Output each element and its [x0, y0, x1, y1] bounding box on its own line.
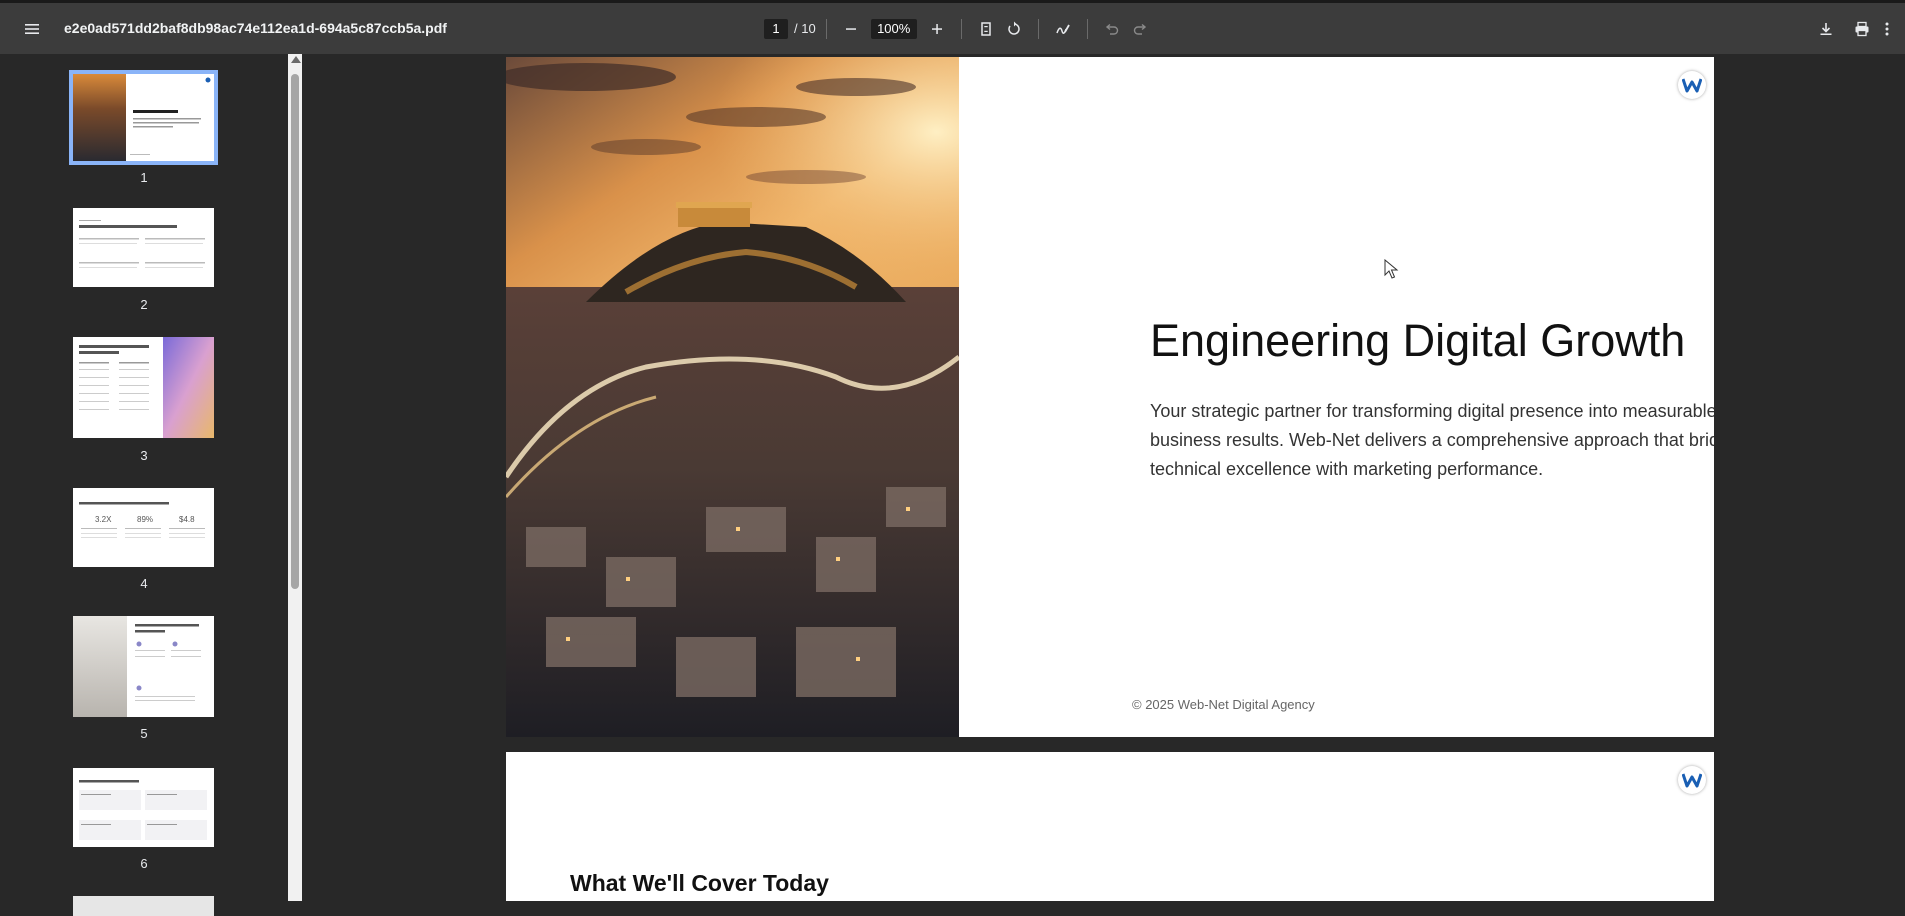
redo-icon[interactable]	[1126, 15, 1154, 43]
page-thumbnail-3[interactable]	[73, 337, 214, 438]
thumbnail-number: 1	[140, 170, 148, 185]
thumbnail-number: 2	[140, 297, 148, 312]
zoom-level-input[interactable]: 100%	[870, 18, 917, 39]
thumbnail-number: 5	[140, 726, 148, 741]
thumbnail-1-preview	[73, 74, 211, 161]
menu-icon[interactable]	[18, 15, 46, 43]
download-icon[interactable]	[1812, 15, 1840, 43]
page-thumbnail-4[interactable]: 3.2X 89% $4.8	[73, 488, 214, 567]
undo-icon[interactable]	[1098, 15, 1126, 43]
thumbnail-4-preview: 3.2X 89% $4.8	[79, 502, 205, 538]
page-thumbnail-7[interactable]	[73, 896, 214, 916]
scroll-up-arrow-icon[interactable]	[291, 56, 301, 63]
thumbnail-4-stat-1: 3.2X	[95, 515, 112, 524]
page-number-input[interactable]: 1	[764, 18, 788, 39]
thumbnail-2-preview	[79, 220, 205, 268]
print-icon[interactable]	[1848, 15, 1876, 43]
pdf-toolbar: e2e0ad571dd2baf8db98ac74e112ea1d-694a5c8…	[0, 0, 1905, 54]
toolbar-divider	[1086, 18, 1088, 39]
thumbnail-sidebar: 1 2 3 3.2X 89% $4.8 4 5 6	[0, 54, 288, 916]
cover-photo-acropolis	[506, 57, 959, 737]
toolbar-divider	[825, 18, 827, 39]
sidebar-scrollbar-thumb[interactable]	[291, 74, 299, 589]
thumbnail-3-preview	[79, 337, 214, 438]
mouse-cursor-icon	[1384, 259, 1399, 279]
document-viewer: Engineering Digital Growth Your strategi…	[302, 54, 1905, 901]
slide-footer: © 2025 Web-Net Digital Agency	[1132, 697, 1315, 712]
page-total: / 10	[794, 21, 816, 36]
pdf-page-2: What We'll Cover Today	[506, 752, 1714, 901]
slide-2-title: What We'll Cover Today	[570, 870, 829, 896]
rotate-icon[interactable]	[1000, 15, 1028, 43]
zoom-in-icon[interactable]	[923, 15, 951, 43]
page-thumbnail-5[interactable]	[73, 616, 214, 717]
more-options-icon[interactable]	[1880, 15, 1894, 43]
toolbar-divider	[1037, 18, 1039, 39]
web-net-logo-icon	[1678, 71, 1706, 99]
zoom-out-icon[interactable]	[837, 15, 865, 43]
slide-description: Your strategic partner for transforming …	[1150, 401, 1714, 479]
fit-page-icon[interactable]	[972, 15, 1000, 43]
page-thumbnail-1[interactable]	[69, 70, 218, 165]
web-net-logo-icon	[1678, 766, 1706, 794]
annotate-pen-icon[interactable]	[1049, 15, 1077, 43]
slide-title: Engineering Digital Growth	[1150, 315, 1686, 366]
document-title: e2e0ad571dd2baf8db98ac74e112ea1d-694a5c8…	[64, 20, 447, 36]
thumbnail-number: 4	[140, 576, 148, 591]
thumbnail-6-preview	[79, 780, 207, 840]
page-thumbnail-2[interactable]	[73, 208, 214, 287]
toolbar-divider	[960, 18, 962, 39]
thumbnail-number: 6	[140, 856, 148, 871]
page-thumbnail-6[interactable]	[73, 768, 214, 847]
pdf-page-1: Engineering Digital Growth Your strategi…	[506, 57, 1714, 737]
thumbnail-4-stat-3: $4.8	[179, 515, 195, 524]
thumbnail-5-preview	[73, 616, 201, 717]
thumbnail-4-stat-2: 89%	[137, 515, 153, 524]
thumbnail-number: 3	[140, 448, 148, 463]
